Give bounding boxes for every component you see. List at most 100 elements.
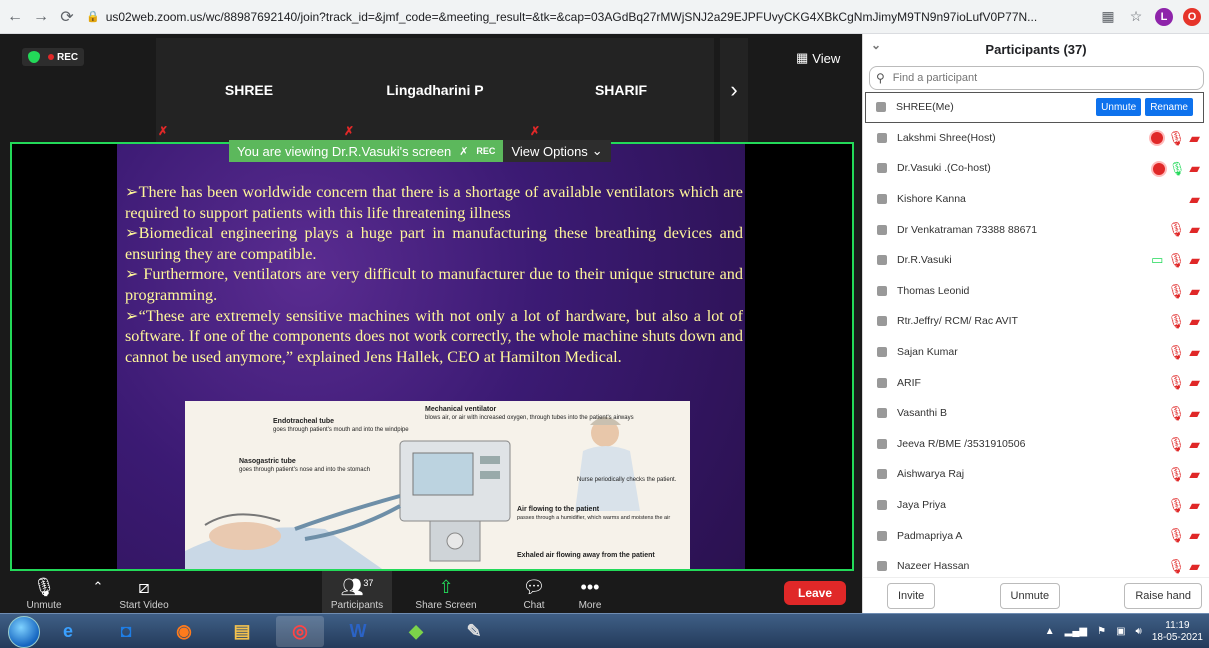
viewing-text: You are viewing Dr.R.Vasuki's screen — [237, 143, 452, 159]
participant-row[interactable]: Rtr.Jeffry/ RCM/ Rac AVIT 🎙︎ ▰ — [863, 306, 1209, 337]
shared-screen: ➢There has been worldwide concern that t… — [10, 142, 854, 571]
chat-button[interactable]: 💬︎ Chat — [514, 571, 554, 613]
participant-row[interactable]: Padmapriya A 🎙︎ ▰ — [863, 520, 1209, 551]
share-screen-button[interactable]: ⇧ Share Screen — [404, 571, 488, 613]
diagram-label: Nurse periodically checks the patient. — [577, 477, 677, 483]
participant-row[interactable]: Dr.R.Vasuki ▭ 🎙︎ ▰ — [863, 245, 1209, 276]
paint-icon[interactable]: ✎ — [450, 616, 498, 647]
bookmark-star-icon[interactable]: ☆ — [1125, 6, 1147, 28]
unmute-all-button[interactable]: Unmute — [999, 582, 1061, 609]
network-icon[interactable]: ▣ — [1116, 626, 1125, 637]
participant-row[interactable]: Jaya Priya 🎙︎ ▰ — [863, 490, 1209, 521]
recording-icon — [1151, 132, 1164, 145]
profile-avatar[interactable]: L — [1153, 6, 1175, 28]
participant-row[interactable]: Lakshmi Shree(Host) 🎙︎ ▰ — [863, 123, 1209, 154]
participant-row[interactable]: ARIF 🎙︎ ▰ — [863, 367, 1209, 398]
back-arrow-icon[interactable]: ← — [4, 6, 26, 28]
tray-expand-icon[interactable]: ▲ — [1045, 626, 1055, 637]
panel-header: ⌄ Participants (37) — [863, 34, 1209, 64]
extension-icon[interactable]: O — [1181, 6, 1203, 28]
video-tile[interactable]: SHREE ✗ — [156, 38, 342, 142]
participant-row[interactable]: Jeeva R/BME /3531910506 🎙︎ ▰ — [863, 429, 1209, 460]
address-bar[interactable]: 🔒 us02web.zoom.us/wc/88987692140/join?tr… — [86, 4, 1097, 30]
system-tray: ▲ ▂▄▆ ⚑ ▣ 🔊︎ 11:19 18-05-2021 — [1045, 616, 1203, 647]
volume-icon[interactable]: 🔊︎ — [1136, 626, 1142, 637]
participant-avatar-icon — [877, 163, 887, 174]
flag-icon[interactable]: ⚑ — [1097, 626, 1106, 637]
participant-status-icons: ▭ 🎙︎ ▰ — [1151, 252, 1200, 269]
view-button[interactable]: ▦ View — [796, 50, 840, 66]
participant-name: Rtr.Jeffry/ RCM/ Rac AVIT — [897, 315, 1018, 328]
slide-paragraph: ➢Biomedical engineering plays a huge par… — [125, 224, 743, 263]
video-off-icon: ▰ — [1189, 404, 1200, 421]
participant-row[interactable]: Sajan Kumar 🎙︎ ▰ — [863, 337, 1209, 368]
participant-row[interactable]: Kishore Kanna ▰ — [863, 184, 1209, 215]
word-icon[interactable]: W — [334, 616, 382, 647]
participant-avatar-icon — [876, 102, 886, 113]
participant-row[interactable]: SHREE(Me) Unmute Rename — [865, 92, 1204, 123]
diagram-label: goes through patient's nose and into the… — [239, 467, 370, 473]
collapse-chevron-icon[interactable]: ⌄ — [871, 38, 881, 52]
recording-badge: REC — [22, 48, 85, 66]
video-off-icon: ▰ — [1189, 221, 1200, 238]
participant-row[interactable]: Dr.Vasuki .(Co-host) 🎙︎ ▰ — [863, 153, 1209, 184]
chrome-icon[interactable]: ◎ — [276, 616, 324, 647]
next-page-chevron-icon[interactable]: › — [720, 38, 748, 142]
unmute-label: Unmute — [26, 600, 62, 611]
participant-status-icons: 🎙︎ ▰ — [1167, 558, 1200, 575]
rename-button[interactable]: Rename — [1145, 98, 1193, 116]
participant-row[interactable]: Vasanthi B 🎙︎ ▰ — [863, 398, 1209, 429]
mic-off-icon: 🎙︎ — [1167, 343, 1186, 360]
mic-off-icon: ✗ — [459, 145, 469, 158]
search-input[interactable] — [892, 72, 1203, 84]
start-button-icon[interactable] — [8, 616, 40, 648]
participant-status-icons: 🎙︎ ▰ — [1167, 374, 1200, 391]
video-tile[interactable]: SHARIF ✗ — [528, 38, 714, 142]
participant-avatar-icon — [877, 132, 887, 143]
view-options-button[interactable]: View Options ⌄ — [503, 140, 611, 162]
participant-avatar-icon — [877, 469, 887, 480]
invite-button[interactable]: Invite — [887, 582, 936, 609]
raise-hand-button[interactable]: Raise hand — [1124, 582, 1202, 609]
participants-icon: 👥︎37 — [340, 577, 374, 597]
outlook-icon[interactable]: ◘ — [102, 616, 150, 647]
internet-explorer-icon[interactable]: e — [44, 616, 92, 647]
more-dots-icon: ••• — [580, 577, 600, 597]
translate-icon[interactable]: ▦ — [1097, 6, 1119, 28]
forward-arrow-icon[interactable]: → — [30, 6, 52, 28]
tile-name: SHREE — [224, 82, 274, 98]
participant-avatar-icon — [877, 316, 887, 327]
reload-icon[interactable]: ⟳ — [56, 6, 78, 28]
unmute-button[interactable]: 🎙︎ Unmute — [22, 571, 66, 613]
participant-status-icons: Unmute Rename — [1096, 98, 1193, 116]
windows-taskbar: e ◘ ◉ ▤ ◎ W ◆ ✎ ▲ ▂▄▆ ⚑ ▣ 🔊︎ 11:19 18-05… — [0, 613, 1209, 648]
video-off-icon: ▰ — [1189, 374, 1200, 391]
lock-icon: 🔒 — [86, 11, 100, 23]
participant-name: Jaya Priya — [897, 499, 947, 512]
system-clock[interactable]: 11:19 18-05-2021 — [1152, 620, 1203, 644]
video-off-icon: ▰ — [1189, 557, 1200, 574]
participant-status-icons: 🎙︎ ▰ — [1152, 160, 1200, 177]
participant-row[interactable]: Thomas Leonid 🎙︎ ▰ — [863, 276, 1209, 307]
start-video-button[interactable]: ⧄ Start Video — [116, 571, 172, 613]
audio-options-caret[interactable]: ⌃ — [86, 571, 110, 613]
more-button[interactable]: ••• More — [570, 571, 610, 613]
participant-name: Vasanthi B — [897, 407, 948, 420]
unmute-self-button[interactable]: Unmute — [1096, 98, 1142, 116]
participant-row[interactable]: Dr Venkatraman 73388 88671 🎙︎ ▰ — [863, 214, 1209, 245]
photo-viewer-icon[interactable]: ◆ — [392, 616, 440, 647]
video-tile[interactable]: Lingadharini P ✗ — [342, 38, 528, 142]
participant-search[interactable]: ⚲ — [869, 66, 1204, 90]
participant-avatar-icon — [877, 255, 887, 266]
participant-avatar-icon — [877, 347, 887, 358]
participants-button[interactable]: 👥︎37 Participants — [322, 571, 392, 613]
participant-name: Aishwarya Raj — [897, 468, 965, 481]
participant-name: Nazeer Hassan — [897, 560, 970, 573]
participant-row[interactable]: Aishwarya Raj 🎙︎ ▰ — [863, 459, 1209, 490]
leave-button[interactable]: Leave — [784, 581, 846, 605]
participant-status-icons: 🎙︎ ▰ — [1167, 344, 1200, 361]
signal-icon[interactable]: ▂▄▆ — [1065, 626, 1087, 637]
encryption-shield-icon[interactable] — [28, 51, 40, 63]
file-explorer-icon[interactable]: ▤ — [218, 616, 266, 647]
firefox-icon[interactable]: ◉ — [160, 616, 208, 647]
